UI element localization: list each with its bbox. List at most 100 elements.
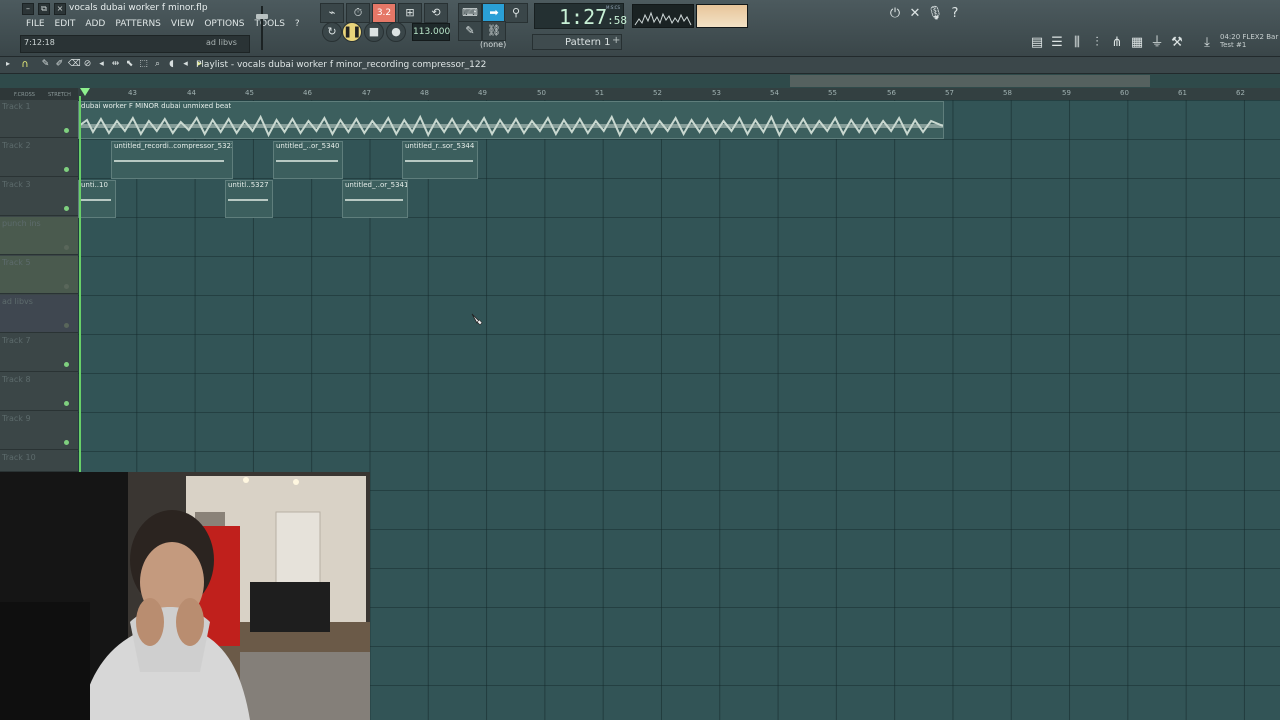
track-mute-led[interactable] — [64, 206, 69, 211]
f-cross-label[interactable]: F.CROSS — [14, 92, 35, 98]
menu-file[interactable]: FILE — [22, 18, 49, 30]
track-header[interactable]: Track 8 — [0, 373, 78, 411]
master-volume-slider[interactable] — [254, 4, 270, 52]
record-button[interactable]: ● — [386, 22, 406, 42]
stop-button[interactable]: ■ — [364, 22, 384, 42]
audio-clip[interactable]: untitled_r..sor_5344 — [402, 141, 478, 179]
track-header[interactable]: Track 2 — [0, 139, 78, 177]
track-header[interactable]: Track 9 — [0, 412, 78, 450]
download-icon[interactable]: ⤓ — [1198, 34, 1216, 52]
bar-number: 61 — [1178, 89, 1187, 97]
search-icon[interactable]: ⌕ — [152, 59, 163, 70]
power-icon[interactable]: ⏻ — [886, 5, 904, 23]
channel-rack-icon[interactable]: ⫼ — [1068, 34, 1086, 52]
audio-clip[interactable]: dubai worker F MINOR dubai unmixed beat — [78, 101, 944, 139]
track-header[interactable]: ad libvs — [0, 295, 78, 333]
clip-label: untitled_..or_5340 — [276, 142, 340, 150]
midi-input-selector[interactable]: (none) — [480, 40, 506, 49]
horizontal-scrollbar[interactable] — [790, 75, 1150, 87]
minimize-button[interactable]: – — [22, 3, 34, 15]
bar-number: 62 — [1236, 89, 1245, 97]
playlist-icon[interactable]: ▤ — [1028, 34, 1046, 52]
track-header[interactable]: punch ins — [0, 217, 78, 255]
menu-add[interactable]: ADD — [81, 18, 109, 30]
mixer-icon[interactable]: ⫶ — [1088, 34, 1106, 52]
audio-clip[interactable]: untitled_..or_5340 — [273, 141, 343, 179]
audio-clip[interactable]: untitl..5327 — [225, 180, 273, 218]
metronome-icon[interactable]: ⌁ — [320, 3, 344, 23]
magnet-snap-icon[interactable]: ∩ — [18, 58, 32, 72]
pattern-add-icon[interactable]: + — [612, 35, 620, 46]
piano-roll-icon[interactable]: ☰ — [1048, 34, 1066, 52]
track-name: Track 5 — [2, 258, 31, 267]
playlist-tools: ✎ ✐ ⌫ ⊘ ◂ ⇹ ⬉ ⬚ ⌕ ◖ ◂ ▸ — [40, 59, 205, 70]
track-header[interactable]: Track 7 — [0, 334, 78, 372]
restore-button[interactable]: ⧉ — [38, 3, 50, 15]
bar-number: 49 — [478, 89, 487, 97]
select-tool-icon[interactable]: ⬉ — [124, 59, 135, 70]
track-header-top: F.CROSS STRETCH — [0, 88, 78, 100]
bar-number: 48 — [420, 89, 429, 97]
blend-notes-icon[interactable]: ⊞ — [398, 3, 422, 23]
track-mute-led[interactable] — [64, 167, 69, 172]
audio-clip[interactable]: unti..10 — [78, 180, 116, 218]
loop-record-icon[interactable]: ⟲ — [424, 3, 448, 23]
bar-number: 60 — [1120, 89, 1129, 97]
track-mute-led[interactable] — [64, 323, 69, 328]
mode-badge[interactable]: 3.2 — [372, 3, 396, 23]
tools-icon[interactable]: ✕ — [906, 5, 924, 23]
track-mute-led[interactable] — [64, 362, 69, 367]
pencil-icon[interactable]: ✎ — [458, 21, 482, 41]
pause-button[interactable]: ❚❚ — [342, 22, 362, 42]
slip-tool-icon[interactable]: ◂ — [96, 59, 107, 70]
zoom-tool-icon[interactable]: ⬚ — [138, 59, 149, 70]
typing-keyboard-icon[interactable]: ⌨ — [458, 3, 482, 23]
menu-options[interactable]: OPTIONS — [200, 18, 248, 30]
plugin-picker-icon[interactable]: ⋔ — [1108, 34, 1126, 52]
news-panel[interactable]: 04:20 FLEX2 Bar Test #1 — [1220, 33, 1280, 49]
bar-number: 56 — [887, 89, 896, 97]
slice-tool-icon[interactable]: ⇹ — [110, 59, 121, 70]
track-header[interactable]: Track 3 — [0, 178, 78, 216]
track-header[interactable]: Track 5 — [0, 256, 78, 294]
delete-tool-icon[interactable]: ⌫ — [68, 59, 81, 70]
wait-input-icon[interactable]: ⏱ — [346, 3, 370, 23]
menu-view[interactable]: VIEW — [167, 18, 198, 30]
help-icon[interactable]: ? — [946, 5, 964, 23]
playback-tool-icon[interactable]: ◖ — [166, 59, 177, 70]
plugin-icon[interactable]: ⏚ — [1148, 34, 1166, 52]
link-icon[interactable]: ⛓ — [482, 21, 506, 41]
track-header[interactable]: Track 10 — [0, 451, 78, 472]
track-header[interactable]: Track 1 — [0, 100, 78, 138]
stretch-label[interactable]: STRETCH — [48, 92, 71, 98]
track-mute-led[interactable] — [64, 440, 69, 445]
browser-icon[interactable]: ▦ — [1128, 34, 1146, 52]
memory-meter — [696, 4, 748, 28]
track-mute-led[interactable] — [64, 401, 69, 406]
playhead-marker[interactable] — [80, 88, 90, 96]
loop-arrow-icon[interactable]: ◂ — [180, 59, 191, 70]
song-mode-icon[interactable]: ↻ — [322, 22, 342, 42]
step-edit-icon[interactable]: ➡ — [482, 3, 506, 23]
wrench-icon[interactable]: ⚒ — [1168, 34, 1186, 52]
track-mute-led[interactable] — [64, 284, 69, 289]
menu-help[interactable]: ? — [291, 18, 304, 30]
track-mute-led[interactable] — [64, 245, 69, 250]
recording-filter-icon[interactable]: ⚲ — [504, 3, 528, 23]
tempo-display[interactable]: 113.000 — [412, 23, 450, 41]
close-button[interactable]: × — [54, 3, 66, 15]
audio-clip[interactable]: untitled_..or_5341 — [342, 180, 408, 218]
track-mute-led[interactable] — [64, 128, 69, 133]
mute-tool-icon[interactable]: ⊘ — [82, 59, 93, 70]
menu-patterns[interactable]: PATTERNS — [111, 18, 165, 30]
playlist-menu-arrow-icon[interactable]: ▸ — [6, 59, 10, 68]
paint-tool-icon[interactable]: ✐ — [54, 59, 65, 70]
clip-waveform — [405, 160, 473, 162]
bar-number: 58 — [1003, 89, 1012, 97]
menu-edit[interactable]: EDIT — [51, 18, 80, 30]
audio-clip[interactable]: untitled_recordi..compressor_5322 — [111, 141, 233, 179]
draw-tool-icon[interactable]: ✎ — [40, 59, 51, 70]
microphone-icon[interactable]: 🎙 — [926, 5, 944, 23]
slider-knob[interactable] — [256, 14, 268, 19]
pattern-selector[interactable]: Pattern 1 — [532, 34, 622, 50]
